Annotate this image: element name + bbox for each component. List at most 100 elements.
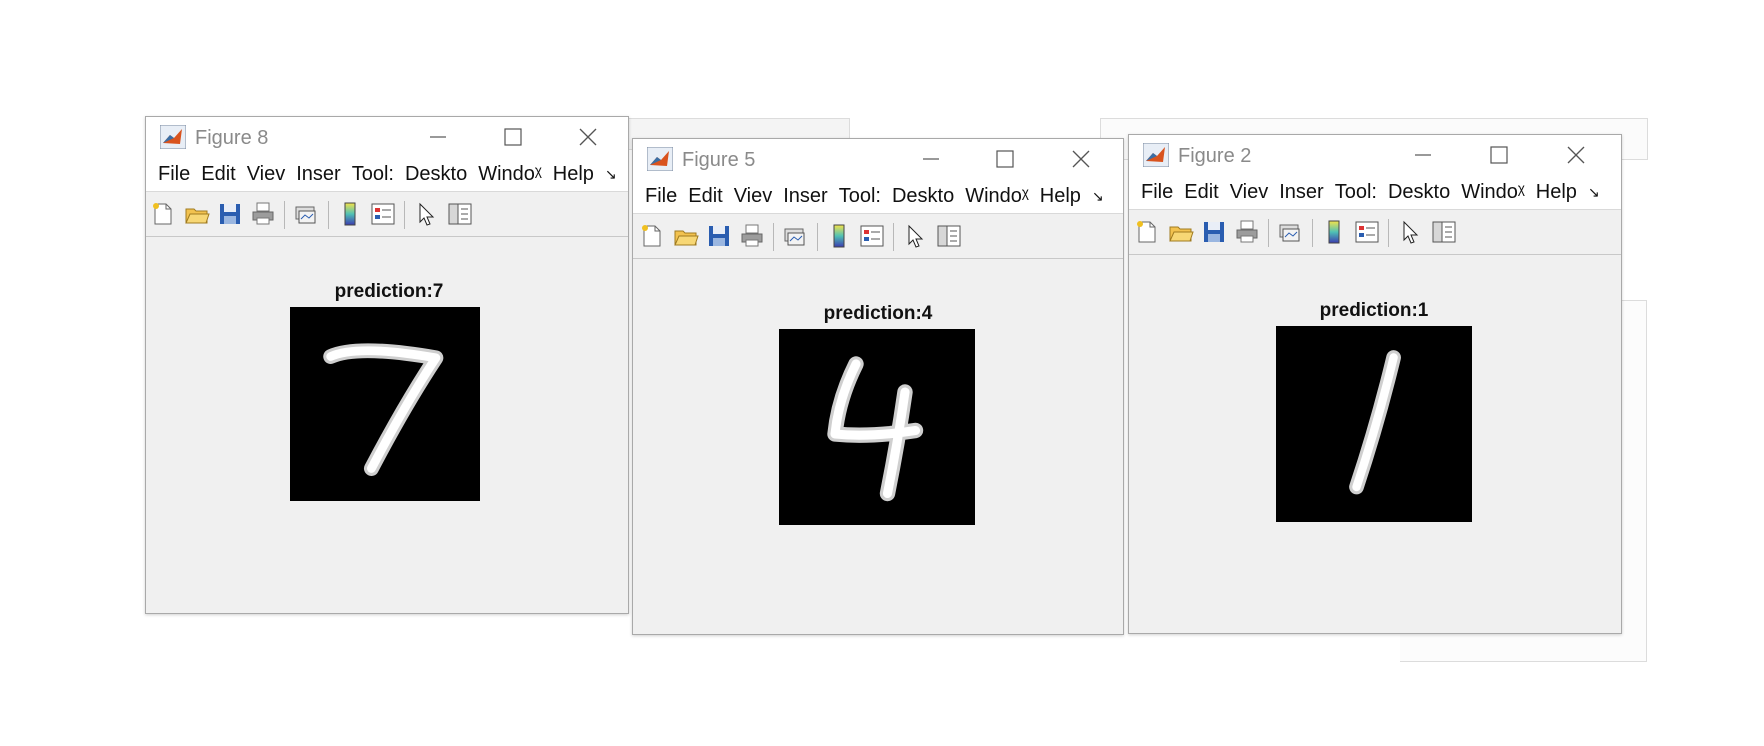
print-icon[interactable] [250,201,276,227]
menu-file[interactable]: File [645,179,677,213]
menu-window[interactable]: Windoᵡ [478,157,542,191]
figure-window-2[interactable]: Figure 2 File Edit Viev Inser Tool: Deskto Win… [1128,134,1622,634]
menu-view[interactable]: Viev [247,157,286,191]
menu-overflow-icon[interactable]: ↘ [1588,175,1600,209]
menu-view[interactable]: Viev [734,179,773,213]
menu-file[interactable]: File [1141,175,1173,209]
menu-file[interactable]: File [158,157,190,191]
maximize-button[interactable] [1477,139,1521,171]
menu-help[interactable]: Help [1040,179,1081,213]
menu-bar: File Edit Viev Inser Tool: Deskto Windoᵡ Help ↘ [1129,175,1621,210]
figure-window-8[interactable]: Figure 8 File Edit Viev Inser Tool: Deskto Win… [145,116,629,614]
plot-title: prediction:1 [1319,300,1429,321]
property-editor-icon[interactable] [936,223,962,249]
menu-insert[interactable]: Inser [1279,175,1323,209]
new-figure-icon[interactable] [639,223,665,249]
menu-edit[interactable]: Edit [1184,175,1218,209]
menu-help[interactable]: Help [553,157,594,191]
toolbar-separator [773,223,774,251]
figure-window-5[interactable]: Figure 5 File Edit Viev Inser Tool: Deskto Win… [632,138,1124,635]
save-icon[interactable] [706,223,732,249]
print-icon[interactable] [739,223,765,249]
property-editor-icon[interactable] [1431,219,1457,245]
digit-image [1276,326,1472,522]
digit-image [779,329,975,525]
figure-toolbar [633,214,1123,259]
menu-help[interactable]: Help [1536,175,1577,209]
minimize-button[interactable] [1401,139,1445,171]
window-title: Figure 5 [682,149,756,171]
toolbar-separator [1312,219,1313,247]
menu-desktop[interactable]: Deskto [892,179,954,213]
title-bar[interactable]: Figure 8 [146,117,628,157]
menu-insert[interactable]: Inser [296,157,340,191]
new-figure-icon[interactable] [150,201,176,227]
close-button[interactable] [1554,139,1598,171]
plot-title: prediction:4 [823,303,933,324]
pointer-icon[interactable] [902,223,928,249]
menu-overflow-icon[interactable]: ↘ [605,157,617,191]
matlab-logo-icon [647,147,673,171]
window-title: Figure 2 [1178,145,1252,167]
toolbar-separator [284,201,285,229]
menu-edit[interactable]: Edit [688,179,722,213]
pointer-icon[interactable] [1397,219,1423,245]
link-plot-icon[interactable] [1277,219,1303,245]
maximize-icon [1490,146,1508,164]
menu-tools[interactable]: Tool: [1335,175,1377,209]
open-file-icon[interactable] [184,201,210,227]
title-bar[interactable]: Figure 2 [1129,135,1621,175]
open-file-icon[interactable] [1168,219,1194,245]
close-icon [1567,146,1585,164]
menu-desktop[interactable]: Deskto [1388,175,1450,209]
new-figure-icon[interactable] [1134,219,1160,245]
figure-toolbar [1129,210,1621,255]
colorbar-icon[interactable] [826,223,852,249]
minimize-button[interactable] [416,121,460,153]
toolbar-separator [1268,219,1269,247]
menu-tools[interactable]: Tool: [352,157,394,191]
legend-icon[interactable] [859,223,885,249]
link-plot-icon[interactable] [782,223,808,249]
figure-toolbar [146,192,628,237]
window-title: Figure 8 [195,127,269,149]
colorbar-icon[interactable] [1321,219,1347,245]
open-file-icon[interactable] [673,223,699,249]
minimize-button[interactable] [909,143,953,175]
maximize-icon [504,128,522,146]
toolbar-separator [328,201,329,229]
menu-tools[interactable]: Tool: [839,179,881,213]
minimize-icon [430,136,446,138]
menu-insert[interactable]: Inser [783,179,827,213]
print-icon[interactable] [1234,219,1260,245]
close-button[interactable] [566,121,610,153]
link-plot-icon[interactable] [293,201,319,227]
minimize-icon [1415,154,1431,156]
colorbar-icon[interactable] [337,201,363,227]
save-icon[interactable] [1201,219,1227,245]
pointer-icon[interactable] [413,201,439,227]
title-bar[interactable]: Figure 5 [633,139,1123,179]
menu-bar: File Edit Viev Inser Tool: Deskto Windoᵡ Help ↘ [146,157,628,192]
maximize-button[interactable] [491,121,535,153]
close-button[interactable] [1059,143,1103,175]
menu-desktop[interactable]: Deskto [405,157,467,191]
legend-icon[interactable] [370,201,396,227]
toolbar-separator [404,201,405,229]
toolbar-separator [817,223,818,251]
menu-edit[interactable]: Edit [201,157,235,191]
legend-icon[interactable] [1354,219,1380,245]
menu-window[interactable]: Windoᵡ [1461,175,1525,209]
save-icon[interactable] [217,201,243,227]
minimize-icon [923,158,939,160]
menu-bar: File Edit Viev Inser Tool: Deskto Windoᵡ Help ↘ [633,179,1123,214]
matlab-logo-icon [160,125,186,149]
maximize-button[interactable] [983,143,1027,175]
toolbar-separator [893,223,894,251]
menu-overflow-icon[interactable]: ↘ [1092,179,1104,213]
close-icon [579,128,597,146]
toolbar-separator [1388,219,1389,247]
property-editor-icon[interactable] [447,201,473,227]
menu-view[interactable]: Viev [1230,175,1269,209]
menu-window[interactable]: Windoᵡ [965,179,1029,213]
